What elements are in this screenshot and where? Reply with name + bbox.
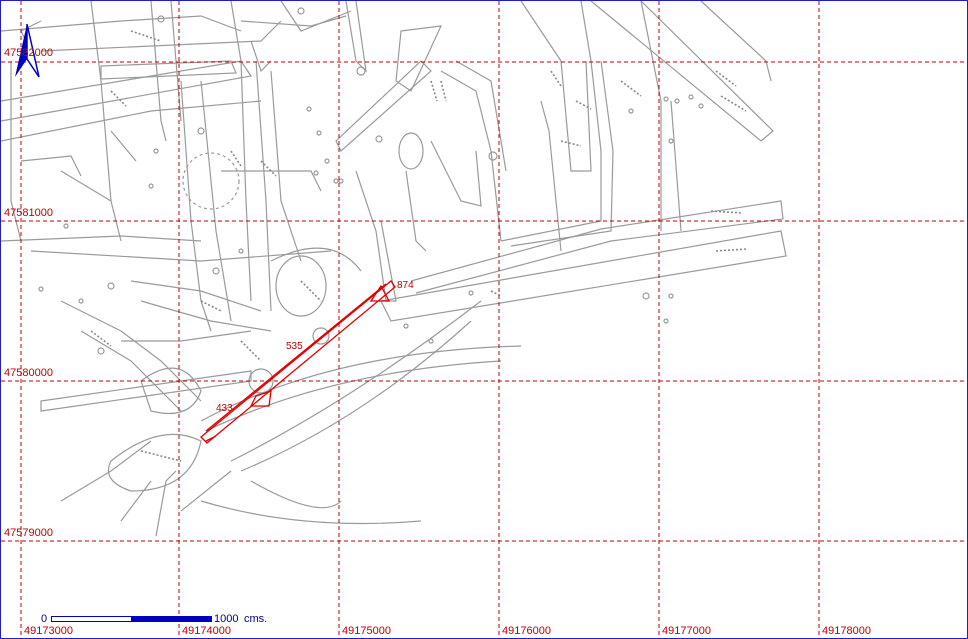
- mine-map-canvas[interactable]: 47582000 47581000 47580000 47579000 4917…: [0, 0, 968, 639]
- highlighted-drift[interactable]: [200, 280, 396, 444]
- grid-label-y: 47582000: [4, 47, 53, 59]
- scale-bar-end-label: 1000: [214, 613, 239, 625]
- grid-label-x: 49178000: [822, 625, 871, 637]
- feature-label[interactable]: 433: [216, 403, 233, 414]
- feature-label[interactable]: 874: [397, 280, 414, 291]
- scale-bar-unit-label: cms.: [244, 613, 268, 625]
- grid-label-x: 49177000: [662, 625, 711, 637]
- grid-label-y: 47580000: [4, 367, 53, 379]
- grid-label-y: 47579000: [4, 527, 53, 539]
- grid-label-x: 49175000: [342, 625, 391, 637]
- grid-label-x: 49176000: [502, 625, 551, 637]
- highlighted-drift: [205, 283, 387, 432]
- feature-label[interactable]: 535: [286, 341, 303, 352]
- highlight-layer: [200, 280, 396, 444]
- grid-label-y: 47581000: [4, 207, 53, 219]
- scale-bar-start-label: 0: [41, 613, 48, 625]
- scale-bar: [51, 616, 212, 622]
